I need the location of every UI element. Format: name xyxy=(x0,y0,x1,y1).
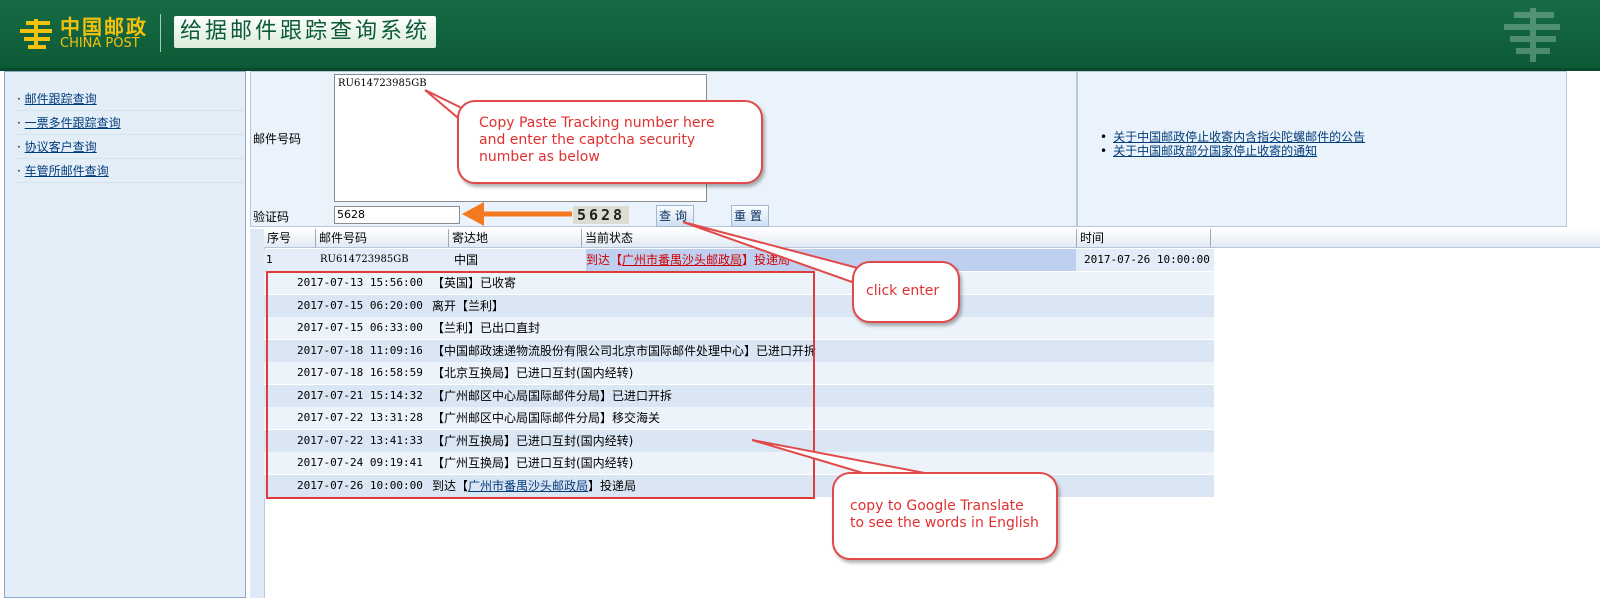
annotation-arrows xyxy=(424,89,934,486)
translate-instruction-callout: copy to Google Translate to see the word… xyxy=(832,472,1058,560)
enter-callout-tail xyxy=(682,221,860,284)
paste-instruction-callout: Copy Paste Tracking number here and ente… xyxy=(457,100,763,184)
left-arrow-icon xyxy=(462,202,484,226)
enter-instruction-callout: click enter xyxy=(852,261,960,323)
